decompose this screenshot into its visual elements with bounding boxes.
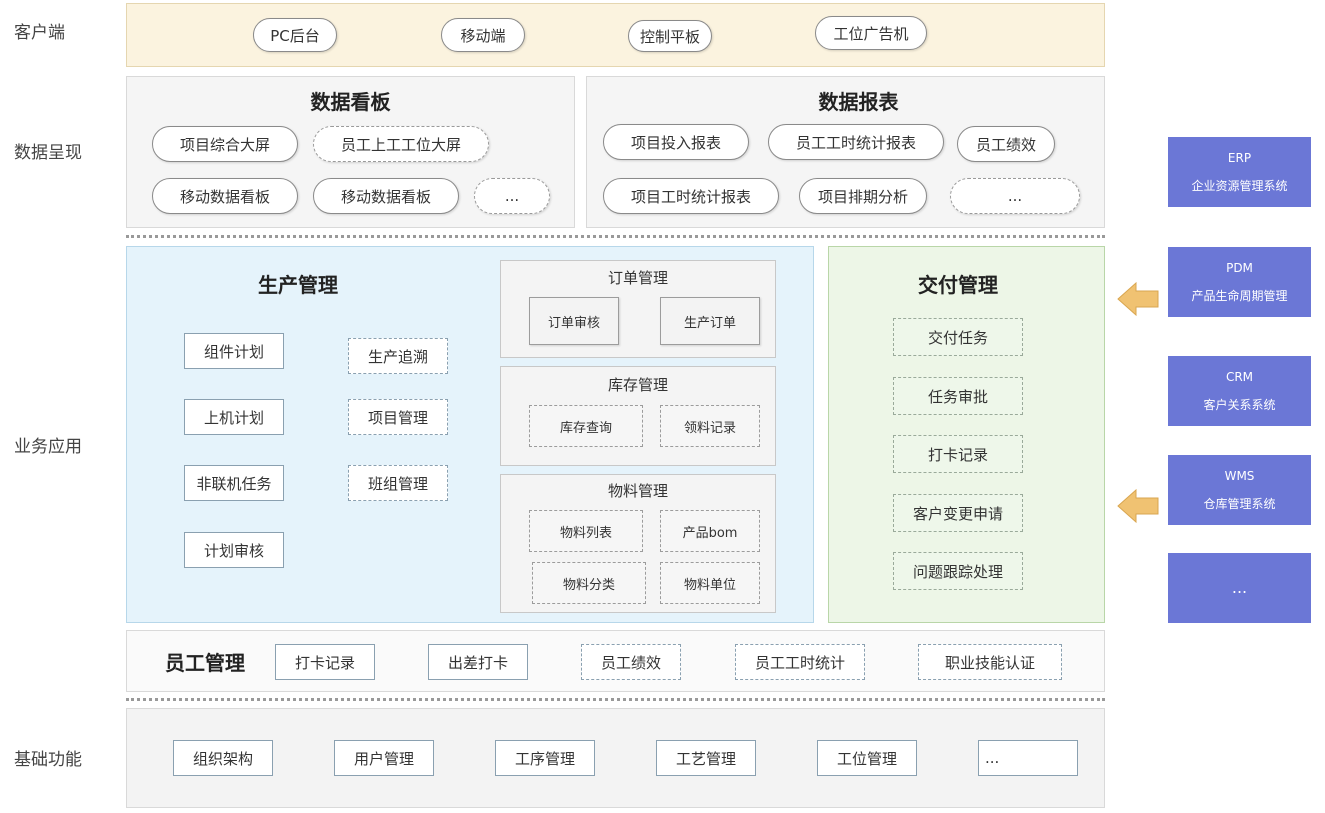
dashboard-title: 数据看板	[310, 89, 391, 114]
row-label-data-display: 数据呈现	[14, 143, 82, 163]
delivery-issue-tracking[interactable]: 问题跟踪处理	[893, 552, 1023, 590]
dashboard-item-more[interactable]: ...	[474, 178, 550, 214]
delivery-checkin-record[interactable]: 打卡记录	[893, 435, 1023, 473]
report-item-more[interactable]: ...	[950, 178, 1080, 214]
dashboard-item-staff-station-screen[interactable]: 员工上工工位大屏	[313, 126, 489, 162]
production-plan-review[interactable]: 计划审核	[184, 532, 284, 568]
dashboard-item-project-screen[interactable]: 项目综合大屏	[152, 126, 298, 162]
client-mobile[interactable]: 移动端	[441, 18, 525, 52]
arrow-left-icon	[1117, 488, 1159, 524]
client-station-ad-machine[interactable]: 工位广告机	[815, 16, 927, 50]
inventory-picking-record[interactable]: 领料记录	[660, 405, 760, 447]
separator-bottom	[126, 698, 1105, 701]
system-more[interactable]: ...	[1168, 553, 1311, 623]
production-team-management[interactable]: 班组管理	[348, 465, 448, 501]
delivery-title: 交付管理	[918, 272, 998, 297]
production-offline-task[interactable]: 非联机任务	[184, 465, 284, 501]
staff-skill-certification[interactable]: 职业技能认证	[918, 644, 1062, 680]
foundation-craft-management[interactable]: 工艺管理	[656, 740, 756, 776]
foundation-more[interactable]: ...	[978, 740, 1078, 776]
row-label-foundation: 基础功能	[14, 750, 82, 770]
separator-top	[126, 235, 1105, 238]
inventory-management-title: 库存管理	[607, 375, 668, 394]
order-review[interactable]: 订单审核	[529, 297, 619, 345]
system-erp-desc: 企业资源管理系统	[1191, 179, 1288, 193]
system-erp-name: ERP	[1227, 151, 1252, 165]
foundation-process-management[interactable]: 工序管理	[495, 740, 595, 776]
row-label-business: 业务应用	[14, 437, 82, 457]
production-title: 生产管理	[258, 272, 338, 297]
report-item-staff-performance[interactable]: 员工绩效	[957, 126, 1055, 162]
system-erp[interactable]: ERP 企业资源管理系统	[1168, 137, 1311, 207]
delivery-task[interactable]: 交付任务	[893, 318, 1023, 356]
dashboard-item-mobile-board-2[interactable]: 移动数据看板	[313, 178, 459, 214]
client-pc-backend[interactable]: PC后台	[253, 18, 337, 52]
reports-title: 数据报表	[818, 89, 899, 114]
system-pdm-desc: 产品生命周期管理	[1191, 289, 1288, 303]
staff-hours-stats[interactable]: 员工工时统计	[735, 644, 865, 680]
foundation-org-structure[interactable]: 组织架构	[173, 740, 273, 776]
system-pdm[interactable]: PDM 产品生命周期管理	[1168, 247, 1311, 317]
staff-business-trip[interactable]: 出差打卡	[428, 644, 528, 680]
order-production-order[interactable]: 生产订单	[660, 297, 760, 345]
material-management-title: 物料管理	[607, 481, 668, 500]
client-control-tablet[interactable]: 控制平板	[628, 20, 712, 52]
report-item-project-hours[interactable]: 项目工时统计报表	[603, 178, 779, 214]
production-component-plan[interactable]: 组件计划	[184, 333, 284, 369]
system-more-desc: ...	[1231, 578, 1248, 597]
system-wms[interactable]: WMS 仓库管理系统	[1168, 455, 1311, 525]
row-label-client: 客户端	[14, 23, 65, 43]
staff-performance[interactable]: 员工绩效	[581, 644, 681, 680]
system-wms-name: WMS	[1224, 469, 1255, 483]
inventory-query[interactable]: 库存查询	[529, 405, 643, 447]
delivery-task-approval[interactable]: 任务审批	[893, 377, 1023, 415]
system-crm[interactable]: CRM 客户关系系统	[1168, 356, 1311, 426]
dashboard-item-mobile-board[interactable]: 移动数据看板	[152, 178, 298, 214]
system-pdm-name: PDM	[1226, 261, 1253, 275]
foundation-user-management[interactable]: 用户管理	[334, 740, 434, 776]
material-list[interactable]: 物料列表	[529, 510, 643, 552]
foundation-station-management[interactable]: 工位管理	[817, 740, 917, 776]
material-unit[interactable]: 物料单位	[660, 562, 760, 604]
material-category[interactable]: 物料分类	[532, 562, 646, 604]
material-product-bom[interactable]: 产品bom	[660, 510, 760, 552]
staff-title: 员工管理	[165, 650, 245, 675]
delivery-change-request[interactable]: 客户变更申请	[893, 494, 1023, 532]
system-wms-desc: 仓库管理系统	[1203, 497, 1276, 511]
production-machine-plan[interactable]: 上机计划	[184, 399, 284, 435]
report-item-project-input[interactable]: 项目投入报表	[603, 124, 749, 160]
arrow-left-icon	[1117, 281, 1159, 317]
system-crm-name: CRM	[1225, 370, 1254, 384]
production-traceability[interactable]: 生产追溯	[348, 338, 448, 374]
production-project-management[interactable]: 项目管理	[348, 399, 448, 435]
order-management-title: 订单管理	[607, 268, 668, 287]
system-crm-desc: 客户关系系统	[1203, 398, 1276, 412]
staff-checkin-record[interactable]: 打卡记录	[275, 644, 375, 680]
report-item-project-schedule[interactable]: 项目排期分析	[799, 178, 927, 214]
report-item-staff-hours[interactable]: 员工工时统计报表	[768, 124, 944, 160]
